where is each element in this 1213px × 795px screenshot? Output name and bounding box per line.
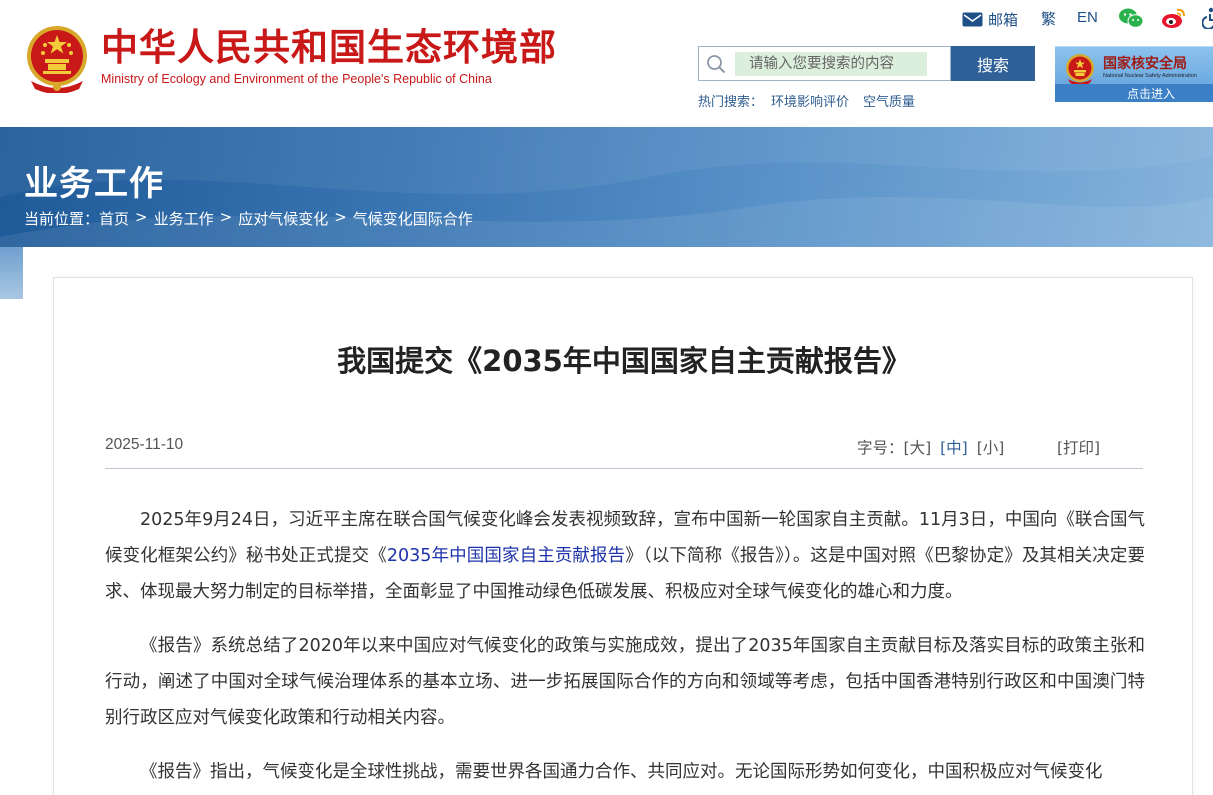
hot-search: 热门搜索： 环境影响评价 空气质量	[698, 91, 929, 110]
nnsa-enter-label: 点击进入	[1127, 87, 1176, 101]
nnsa-banner-link[interactable]: 国家核安全局 National Nuclear Safety Administr…	[1055, 46, 1213, 102]
font-size-medium-button[interactable]: [中]	[940, 436, 968, 458]
national-emblem-icon[interactable]	[23, 23, 91, 93]
article-card: 我国提交《2035年中国国家自主贡献报告》 2025-11-10 字号： [大]…	[53, 277, 1193, 795]
site-title-en[interactable]: Ministry of Ecology and Environment of t…	[101, 72, 492, 86]
accessibility-icon[interactable]	[1202, 7, 1213, 29]
breadcrumb-separator: >	[135, 208, 148, 226]
site-title-cn[interactable]: 中华人民共和国生态环境部	[101, 26, 557, 70]
font-size-controls: 字号： [大] [中] [小]	[857, 436, 1013, 458]
breadcrumb-separator: >	[334, 208, 347, 226]
article-body: 2025年9月24日，习近平主席在联合国气候变化峰会发表视频致辞，宣布中国新一轮…	[105, 502, 1145, 795]
mail-label: 邮箱	[988, 10, 1019, 29]
english-link[interactable]: EN	[1077, 9, 1098, 26]
meta-divider	[105, 468, 1143, 469]
traditional-chinese-link[interactable]: 繁	[1041, 8, 1056, 29]
wechat-icon[interactable]	[1118, 7, 1144, 29]
breadcrumb-item-climate[interactable]: 应对气候变化	[238, 208, 328, 229]
font-size-large-button[interactable]: [大]	[904, 436, 932, 458]
breadcrumb: 当前位置： 首页 > 业务工作 > 应对气候变化 > 气候变化国际合作	[24, 208, 473, 229]
nnsa-subtitle: National Nuclear Safety Administration	[1103, 73, 1197, 79]
hot-search-label: 热门搜索：	[698, 95, 764, 110]
search-button[interactable]: 搜索	[951, 46, 1035, 81]
site-header: 中华人民共和国生态环境部 Ministry of Ecology and Env…	[0, 0, 1213, 127]
nnsa-title: 国家核安全局	[1103, 56, 1187, 72]
print-button[interactable]: [打印]	[1057, 436, 1100, 458]
article-title: 我国提交《2035年中国国家自主贡献报告》	[337, 344, 911, 378]
weibo-icon[interactable]	[1161, 7, 1187, 29]
banner-left-strip	[0, 247, 23, 299]
top-links: 邮箱 繁 EN	[962, 7, 1213, 31]
breadcrumb-item-home[interactable]: 首页	[99, 208, 129, 229]
search-input[interactable]	[735, 52, 927, 76]
article-paragraph: 2025年9月24日，习近平主席在联合国气候变化峰会发表视频致辞，宣布中国新一轮…	[105, 502, 1145, 610]
nnsa-emblem-icon	[1066, 54, 1094, 86]
search-box	[698, 46, 951, 81]
hot-search-item[interactable]: 环境影响评价	[771, 91, 849, 110]
section-title: 业务工作	[24, 164, 164, 204]
hot-search-item[interactable]: 空气质量	[863, 91, 915, 110]
breadcrumb-label: 当前位置：	[24, 210, 100, 228]
font-size-label: 字号：	[857, 439, 904, 457]
breadcrumb-item-business[interactable]: 业务工作	[154, 208, 214, 229]
article-date: 2025-11-10	[105, 436, 184, 453]
section-banner: 业务工作 当前位置： 首页 > 业务工作 > 应对气候变化 > 气候变化国际合作	[0, 127, 1213, 247]
article-paragraph: 《报告》指出，气候变化是全球性挑战，需要世界各国通力合作、共同应对。无论国际形势…	[140, 762, 1103, 782]
mail-link[interactable]: 邮箱	[962, 9, 1018, 30]
report-link[interactable]: 2035年中国国家自主贡献报告	[387, 546, 625, 566]
breadcrumb-separator: >	[219, 208, 233, 226]
banner-decoration	[0, 127, 1213, 247]
breadcrumb-item-cooperation[interactable]: 气候变化国际合作	[353, 208, 473, 229]
mail-icon	[962, 12, 983, 26]
article-paragraph: 《报告》系统总结了2020年以来中国应对气候变化的政策与实施成效，提出了2035…	[105, 636, 1145, 728]
font-size-small-button[interactable]: [小]	[977, 436, 1005, 458]
search-icon	[707, 55, 726, 74]
